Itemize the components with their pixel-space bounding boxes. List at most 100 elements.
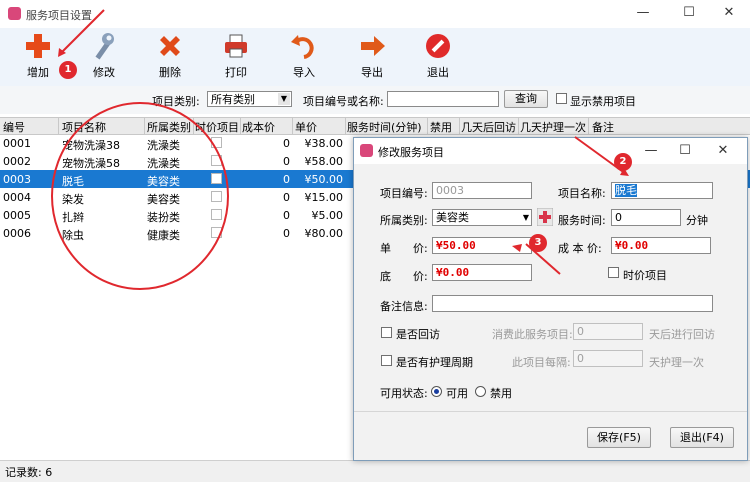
- category-filter-select[interactable]: 所有类别 ▼: [207, 91, 292, 107]
- cell-code: 0006: [3, 227, 31, 240]
- price-field[interactable]: ¥50.00: [432, 237, 532, 254]
- close-button[interactable]: ✕: [714, 4, 744, 22]
- delete-x-icon: [160, 36, 180, 56]
- cell-category: 洗澡类: [147, 157, 180, 170]
- cell-time-price-checkbox[interactable]: [211, 173, 222, 184]
- cell-code: 0005: [3, 209, 31, 222]
- floor-price-label: 底 价:: [380, 270, 428, 283]
- time-price-label: 时价项目: [623, 269, 667, 282]
- export-button[interactable]: 导出: [348, 32, 396, 82]
- status-disabled-radio[interactable]: [475, 386, 486, 397]
- notes-field[interactable]: [432, 295, 713, 312]
- cell-code: 0003: [3, 173, 31, 186]
- col-header-code[interactable]: 编号: [3, 119, 25, 135]
- col-header-revisit-days[interactable]: 几天后回访: [461, 119, 516, 135]
- care-days-field[interactable]: 0: [573, 350, 643, 367]
- toolbar: 增加 修改 删除 打印 导入 导出 退出: [0, 28, 750, 87]
- chevron-down-icon: ▼: [522, 213, 529, 222]
- cell-category: 装扮类: [147, 211, 180, 224]
- col-header-time-price[interactable]: 时价项目: [195, 119, 239, 135]
- delete-button[interactable]: 删除: [146, 32, 194, 82]
- cell-price: ¥50.00: [304, 173, 344, 186]
- price-label: 单 价:: [380, 242, 428, 255]
- printer-icon: [225, 34, 247, 58]
- add-label: 增加: [27, 66, 49, 79]
- delete-label: 删除: [159, 66, 181, 79]
- col-header-price[interactable]: 单价: [295, 119, 317, 135]
- annotation-badge-1: 1: [59, 61, 77, 79]
- revisit-suffix: 天后进行回访: [649, 328, 715, 341]
- annotation-badge-2: 2: [614, 153, 632, 171]
- show-disabled-checkbox[interactable]: [556, 93, 567, 104]
- cell-cost: 0: [283, 227, 290, 240]
- minimize-button[interactable]: —: [628, 4, 658, 22]
- revisit-days-field[interactable]: 0: [573, 323, 643, 340]
- cost-field[interactable]: ¥0.00: [611, 237, 711, 254]
- query-button[interactable]: 查询: [504, 90, 548, 108]
- cell-category: 洗澡类: [147, 139, 180, 152]
- service-time-field[interactable]: 0: [611, 209, 681, 226]
- export-arrow-icon: [361, 36, 385, 56]
- cell-time-price-checkbox[interactable]: [211, 155, 222, 166]
- cell-price: ¥58.00: [304, 155, 344, 168]
- table-header: 编号 项目名称 所属类别 时价项目 成本价 单价 服务时间(分钟) 禁用 几天后…: [0, 117, 750, 135]
- cell-category: 健康类: [147, 229, 180, 242]
- name-label: 项目名称:: [558, 187, 606, 200]
- edit-service-dialog: 修改服务项目 — ☐ ✕ 项目编号: 0003 项目名称: 脱毛 所属类别: 美…: [353, 137, 748, 461]
- col-header-care-days[interactable]: 几天护理一次: [520, 119, 586, 135]
- cell-price: ¥15.00: [304, 191, 344, 204]
- print-button[interactable]: 打印: [212, 32, 260, 82]
- cell-cost: 0: [283, 155, 290, 168]
- dialog-title: 修改服务项目: [378, 146, 444, 159]
- cell-cost: 0: [283, 209, 290, 222]
- import-arrow-icon: [291, 35, 314, 59]
- chevron-down-icon: ▼: [278, 93, 290, 105]
- cell-time-price-checkbox[interactable]: [211, 227, 222, 238]
- cell-time-price-checkbox[interactable]: [211, 191, 222, 202]
- maximize-button[interactable]: ☐: [674, 4, 704, 22]
- category-select[interactable]: 美容类 ▼: [432, 209, 532, 226]
- col-header-cost[interactable]: 成本价: [242, 119, 275, 135]
- service-time-label: 服务时间:: [558, 214, 606, 227]
- search-label: 项目编号或名称:: [303, 95, 384, 108]
- care-cycle-checkbox[interactable]: [381, 355, 392, 366]
- revisit-checkbox[interactable]: [381, 327, 392, 338]
- col-header-name[interactable]: 项目名称: [62, 119, 106, 135]
- category-value: 美容类: [436, 211, 469, 224]
- service-time-unit: 分钟: [686, 214, 708, 227]
- cell-name: 除虫: [62, 229, 84, 242]
- col-header-category[interactable]: 所属类别: [147, 119, 191, 135]
- care-cycle-suffix: 天护理一次: [649, 356, 704, 369]
- add-button[interactable]: 增加: [14, 32, 62, 82]
- cell-cost: 0: [283, 191, 290, 204]
- import-button[interactable]: 导入: [280, 32, 328, 82]
- edit-button[interactable]: 修改: [80, 32, 128, 82]
- floor-price-field[interactable]: ¥0.00: [432, 264, 532, 281]
- edit-label: 修改: [93, 66, 115, 79]
- add-category-icon[interactable]: [537, 208, 553, 226]
- cell-code: 0001: [3, 137, 31, 150]
- cell-time-price-checkbox[interactable]: [211, 209, 222, 220]
- save-button[interactable]: 保存(F5): [587, 427, 651, 448]
- col-header-notes[interactable]: 备注: [592, 119, 614, 135]
- name-field[interactable]: 脱毛: [611, 182, 713, 199]
- col-header-disabled[interactable]: 禁用: [430, 119, 452, 135]
- dialog-exit-button[interactable]: 退出(F4): [670, 427, 734, 448]
- time-price-checkbox[interactable]: [608, 267, 619, 278]
- col-header-service-time[interactable]: 服务时间(分钟): [347, 119, 422, 135]
- cell-time-price-checkbox[interactable]: [211, 137, 222, 148]
- dialog-minimize-button[interactable]: —: [636, 142, 666, 160]
- code-field[interactable]: 0003: [432, 182, 532, 199]
- status-enabled-radio[interactable]: [431, 386, 442, 397]
- dialog-close-button[interactable]: ✕: [708, 142, 738, 160]
- wrench-icon: [95, 33, 114, 60]
- status-bar: 记录数: 6: [0, 460, 750, 482]
- cell-cost: 0: [283, 173, 290, 186]
- revisit-label: 是否回访: [396, 328, 440, 341]
- dialog-divider: [354, 411, 747, 412]
- exit-button[interactable]: 退出: [414, 32, 462, 82]
- dialog-maximize-button[interactable]: ☐: [670, 142, 700, 160]
- category-filter-value: 所有类别: [211, 93, 255, 106]
- code-label: 项目编号:: [380, 187, 428, 200]
- search-input[interactable]: [387, 91, 499, 107]
